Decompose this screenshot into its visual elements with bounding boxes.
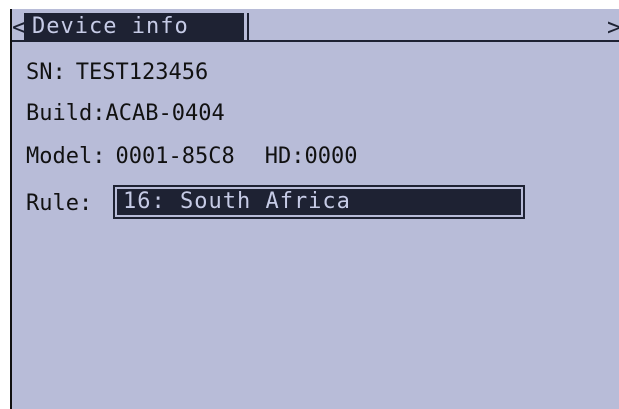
tab-underline <box>12 40 619 42</box>
model-row: Model: 0001-85C8 HD:0000 <box>26 142 357 172</box>
hd-value: 0000 <box>304 144 358 169</box>
build-label: Build: <box>26 101 106 126</box>
rule-label: Rule: <box>26 191 93 216</box>
build-row: Build:ACAB-0404 <box>26 99 225 129</box>
tab-separator <box>236 13 244 40</box>
lcd-screen: < Device info > SN: TEST123456 Build:ACAB… <box>10 9 619 409</box>
tab-bar: < Device info > <box>12 9 619 43</box>
rule-select[interactable]: 16: South Africa <box>113 185 525 219</box>
sn-value: TEST123456 <box>75 60 209 85</box>
sn-label: SN: <box>26 60 66 85</box>
serial-number-row: SN: TEST123456 <box>26 58 208 88</box>
rule-selected-value: 16: South Africa <box>117 189 521 215</box>
tab-separator-line <box>247 13 249 40</box>
tab-device-info[interactable]: Device info <box>24 13 236 40</box>
hd-label: HD: <box>264 144 305 169</box>
rule-row: Rule: <box>26 189 92 219</box>
build-value: ACAB-0404 <box>105 101 225 126</box>
next-arrow-icon[interactable]: > <box>607 15 619 39</box>
model-label: Model: <box>26 144 106 169</box>
model-value: 0001-85C8 <box>115 144 235 169</box>
